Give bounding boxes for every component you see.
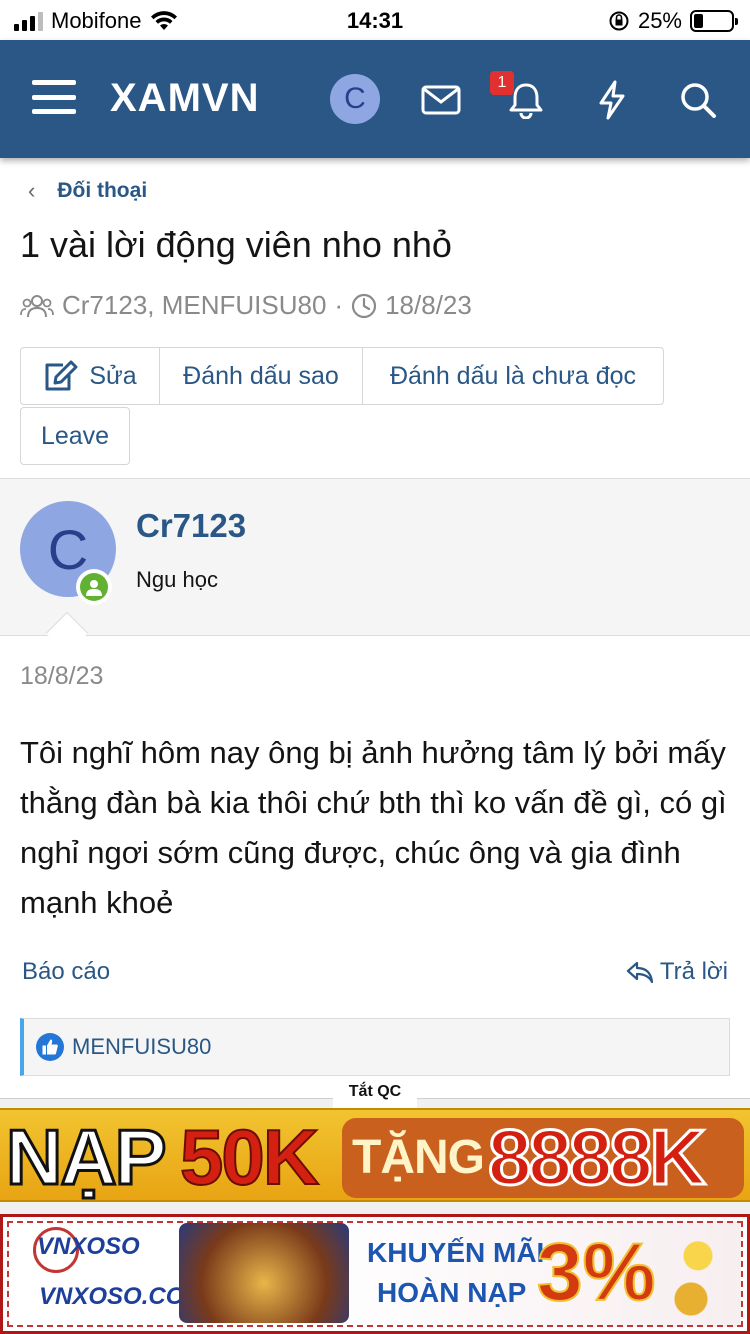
leave-button[interactable]: Leave	[20, 407, 130, 465]
participants[interactable]: Cr7123, MENFUISU80	[62, 290, 326, 321]
ad-text-tang: TẶNG	[352, 1131, 485, 1184]
reply-icon	[626, 961, 653, 984]
ad-text-50k: 50K	[179, 1113, 320, 1201]
ad-promo-line1: KHUYẾN MÃI	[367, 1237, 545, 1268]
inbox-icon[interactable]	[419, 78, 463, 122]
edit-icon	[45, 360, 78, 391]
meta-separator: ·	[334, 290, 344, 320]
search-icon[interactable]	[676, 78, 720, 122]
notification-badge: 1	[490, 71, 514, 95]
edit-button[interactable]: Sửa	[20, 347, 160, 405]
ad-banner-top[interactable]: NẠP 50K TẶNG 8888K	[0, 1108, 750, 1202]
ad-artwork	[179, 1223, 349, 1323]
rotation-lock-icon	[609, 11, 629, 31]
ad-banner-bottom[interactable]: VNXOSO VNXOSO.COM KHUYẾN MÃI HOÀN NẠP 3%	[0, 1214, 750, 1334]
thread-date: 18/8/23	[385, 290, 472, 320]
chevron-left-icon: ‹	[28, 178, 36, 203]
user-icon	[86, 580, 102, 596]
message-body: Tôi nghĩ hôm nay ông bị ảnh hưởng tâm lý…	[20, 735, 727, 920]
page-title: 1 vài lời động viên nho nhỏ	[20, 224, 452, 265]
report-link[interactable]: Báo cáo	[22, 958, 110, 986]
ad-brand: VNXOSO	[37, 1233, 140, 1260]
battery-icon	[690, 10, 738, 32]
breadcrumb-conversations[interactable]: Đối thoại	[57, 179, 147, 203]
message-date[interactable]: 18/8/23	[20, 662, 103, 691]
ad-text-nap: NẠP	[5, 1113, 169, 1201]
user-title: Ngu học	[136, 567, 218, 592]
message-username[interactable]: Cr7123	[136, 507, 246, 545]
breadcrumb[interactable]: ‹ Đối thoại	[28, 178, 147, 204]
top-navbar: XAMVN C 1	[0, 40, 750, 158]
mark-unread-button[interactable]: Đánh dấu là chưa đọc	[362, 347, 664, 405]
reaction-user[interactable]: MENFUISU80	[72, 1034, 211, 1060]
menu-icon[interactable]	[32, 80, 76, 114]
status-bar: Mobifone 14:31 25%	[0, 0, 750, 40]
message-header: C Cr7123 Ngu học	[0, 478, 750, 636]
edit-label: Sửa	[89, 361, 137, 390]
close-ads-button[interactable]: Tắt QC	[333, 1076, 417, 1108]
ad-percent: 3%	[536, 1226, 657, 1319]
lightning-icon[interactable]	[590, 78, 634, 122]
reactions-bar[interactable]: MENFUISU80	[20, 1018, 730, 1076]
coins-icon	[663, 1227, 733, 1323]
like-icon	[36, 1033, 64, 1061]
ad-text-8888k: 8888K	[487, 1113, 708, 1201]
reply-label: Trả lời	[659, 958, 728, 985]
star-button[interactable]: Đánh dấu sao	[159, 347, 363, 405]
reply-button[interactable]: Trả lời	[626, 958, 728, 986]
site-logo[interactable]: XAMVN	[110, 76, 259, 121]
users-icon	[20, 294, 54, 317]
ad-promo-line2: HOÀN NẠP	[377, 1277, 527, 1308]
battery-percent: 25%	[637, 8, 682, 33]
account-avatar[interactable]: C	[330, 74, 380, 124]
status-right: 25%	[608, 8, 738, 34]
clock-icon	[351, 293, 377, 318]
online-status	[76, 569, 112, 605]
thread-meta: Cr7123, MENFUISU80 · 18/8/23	[20, 290, 472, 321]
